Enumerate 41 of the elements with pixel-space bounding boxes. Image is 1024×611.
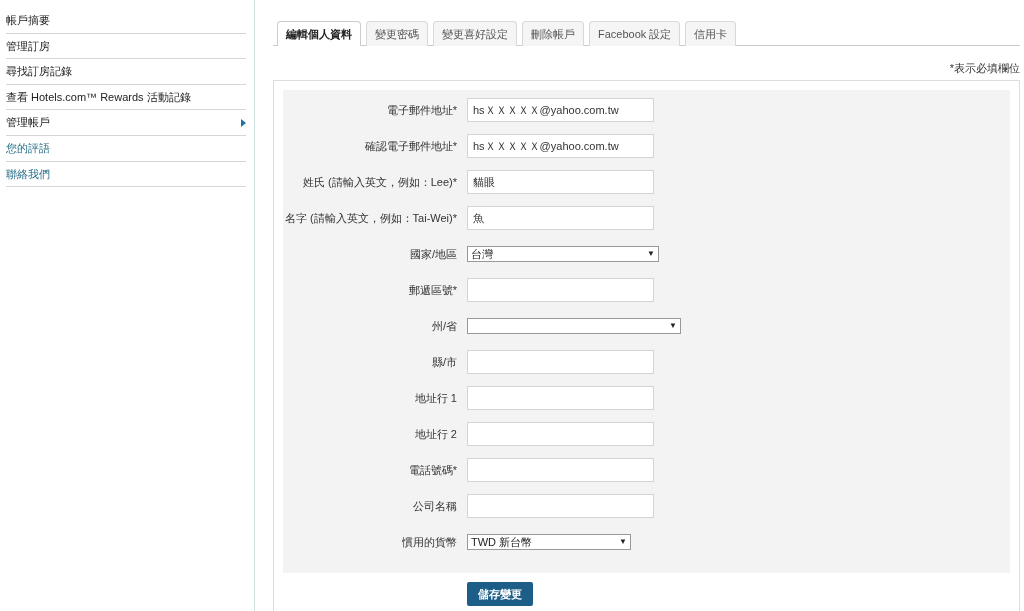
field-label: 縣/市 xyxy=(430,354,457,370)
input-field[interactable] xyxy=(467,422,654,446)
sidebar-item[interactable]: 管理帳戶 xyxy=(6,110,246,136)
dropdown[interactable]: TWD 新台幣 ▼ xyxy=(467,534,631,550)
save-button[interactable]: 儲存變更 xyxy=(467,582,533,607)
field-label: 國家/地區 xyxy=(408,246,457,262)
field-label: 州/省 xyxy=(430,318,457,334)
sidebar-item[interactable]: 管理訂房 xyxy=(6,33,246,60)
field-label: 電話號碼* xyxy=(407,462,457,478)
sidebar-item[interactable]: 聯絡我們 xyxy=(6,161,246,188)
tab[interactable]: 變更喜好設定 xyxy=(433,21,517,46)
input-field[interactable]: hsＸＸＸＸＸ@yahoo.com.tw xyxy=(467,98,654,122)
tab[interactable]: 信用卡 xyxy=(685,21,737,46)
input-field[interactable] xyxy=(467,386,654,410)
tab[interactable]: 變更密碼 xyxy=(366,21,428,46)
input-field[interactable] xyxy=(467,350,654,374)
input-field[interactable]: 魚 xyxy=(467,206,654,230)
field-label: 郵遞區號* xyxy=(407,282,457,298)
sidebar-item[interactable]: 尋找訂房記錄 xyxy=(6,59,246,85)
sidebar-item[interactable]: 您的評語 xyxy=(6,135,246,162)
dropdown[interactable]: 台灣 ▼ xyxy=(467,246,659,262)
dropdown[interactable]: ▼ xyxy=(467,318,681,334)
input-field[interactable] xyxy=(467,494,654,518)
input-field[interactable]: 貓眼 xyxy=(467,170,654,194)
tab[interactable]: 編輯個人資料 xyxy=(277,21,361,46)
field-label: 公司名稱 xyxy=(412,498,457,514)
input-field[interactable] xyxy=(467,458,654,482)
input-field[interactable] xyxy=(467,278,654,302)
sidebar-item[interactable]: 查看 Hotels.com™ Rewards 活動記錄 xyxy=(6,84,246,111)
tab[interactable]: 刪除帳戶 xyxy=(522,21,584,46)
tab[interactable]: Facebook 設定 xyxy=(589,21,681,46)
field-label: 慣用的貨幣 xyxy=(401,534,457,550)
field-label: 確認電子郵件地址* xyxy=(363,138,457,154)
field-label: 名字 (請輸入英文，例如：Tai-Wei)* xyxy=(283,210,457,226)
sidebar-item[interactable]: 帳戶摘要 xyxy=(6,8,246,34)
field-label: 地址行 1 xyxy=(413,390,457,406)
field-label: 電子郵件地址* xyxy=(385,102,457,118)
input-field[interactable]: hsＸＸＸＸＸ@yahoo.com.tw xyxy=(467,134,654,158)
field-label: 地址行 2 xyxy=(413,426,457,442)
field-label: 姓氏 (請輸入英文，例如：Lee)* xyxy=(301,174,457,190)
required-note: *表示必填欄位 xyxy=(949,61,1020,76)
